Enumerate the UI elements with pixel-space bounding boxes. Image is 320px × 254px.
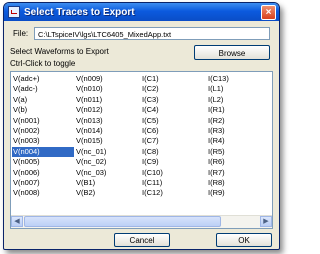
close-button[interactable]: ×: [261, 5, 276, 20]
trace-item[interactable]: V(n011): [75, 95, 137, 105]
horizontal-scrollbar[interactable]: ◀ ▶: [11, 215, 272, 228]
trace-item[interactable]: V(n008): [12, 188, 74, 198]
trace-item[interactable]: I(C6): [141, 126, 203, 136]
trace-item[interactable]: V(nc_03): [75, 168, 137, 178]
trace-item[interactable]: I(R6): [207, 157, 269, 167]
file-path-field[interactable]: C:\LTspiceIV\lgs\LTC6405_MixedApp.txt: [34, 27, 270, 40]
trace-item[interactable]: V(n010): [75, 84, 137, 94]
trace-column-4: I(C13) I(L1) I(L2) I(R1) I(R2) I(R3) I(R4) I(R5…: [207, 74, 269, 199]
title-bar[interactable]: Select Traces to Export ×: [4, 3, 279, 21]
trace-item[interactable]: V(B2): [75, 188, 137, 198]
trace-item[interactable]: I(R4): [207, 136, 269, 146]
dialog-title: Select Traces to Export: [24, 6, 135, 18]
trace-item[interactable]: V(n012): [75, 105, 137, 115]
scrollbar-thumb[interactable]: [24, 216, 221, 227]
trace-item[interactable]: V(n001): [12, 116, 74, 126]
trace-item[interactable]: I(C3): [141, 95, 203, 105]
trace-item[interactable]: V(n006): [12, 168, 74, 178]
scroll-left-icon[interactable]: ◀: [11, 216, 23, 227]
ltspice-app-icon: [8, 6, 20, 18]
ok-button[interactable]: OK: [216, 233, 272, 247]
trace-item[interactable]: V(n009): [75, 74, 137, 84]
cancel-button[interactable]: Cancel: [114, 233, 170, 247]
trace-item[interactable]: V(n003): [12, 136, 74, 146]
trace-item[interactable]: I(C7): [141, 136, 203, 146]
trace-item[interactable]: I(C11): [141, 178, 203, 188]
trace-list[interactable]: V(adc+) V(adc-) V(a) V(b) V(n001) V(n002) V(n0…: [10, 71, 273, 229]
trace-item[interactable]: V(adc+): [12, 74, 74, 84]
trace-item[interactable]: I(C13): [207, 74, 269, 84]
trace-item[interactable]: V(nc_02): [75, 157, 137, 167]
trace-column-1: V(adc+) V(adc-) V(a) V(b) V(n001) V(n002) V(n0…: [12, 74, 74, 199]
trace-item[interactable]: V(n004): [12, 146, 74, 158]
browse-button[interactable]: Browse: [194, 45, 270, 60]
trace-item[interactable]: V(n002): [12, 126, 74, 136]
trace-item[interactable]: I(C10): [141, 168, 203, 178]
trace-column-2: V(n009) V(n010) V(n011) V(n012) V(n013) V(n01…: [75, 74, 137, 199]
trace-item[interactable]: I(C4): [141, 105, 203, 115]
trace-item[interactable]: V(adc-): [12, 84, 74, 94]
trace-item[interactable]: I(R8): [207, 178, 269, 188]
trace-item[interactable]: V(nc_01): [75, 147, 137, 157]
trace-item[interactable]: I(C5): [141, 116, 203, 126]
trace-item[interactable]: I(C8): [141, 147, 203, 157]
file-label: File:: [13, 29, 29, 38]
trace-item[interactable]: I(R2): [207, 116, 269, 126]
trace-item[interactable]: I(R3): [207, 126, 269, 136]
scroll-right-icon[interactable]: ▶: [260, 216, 272, 227]
trace-item[interactable]: V(n013): [75, 116, 137, 126]
trace-item[interactable]: I(R7): [207, 168, 269, 178]
trace-item[interactable]: I(C2): [141, 84, 203, 94]
trace-item[interactable]: V(n005): [12, 157, 74, 167]
trace-column-3: I(C1) I(C2) I(C3) I(C4) I(C5) I(C6) I(C7) I(C8)…: [141, 74, 203, 199]
trace-item[interactable]: I(R1): [207, 105, 269, 115]
trace-item[interactable]: I(C12): [141, 188, 203, 198]
export-dialog: Select Traces to Export × File: C:\LTspi…: [3, 2, 280, 250]
trace-item[interactable]: V(n015): [75, 136, 137, 146]
instruction-select: Select Waveforms to Export: [10, 47, 109, 56]
trace-item[interactable]: V(n014): [75, 126, 137, 136]
trace-item[interactable]: I(C1): [141, 74, 203, 84]
trace-item[interactable]: I(R9): [207, 188, 269, 198]
trace-item[interactable]: I(R5): [207, 147, 269, 157]
trace-item[interactable]: V(n007): [12, 178, 74, 188]
trace-item[interactable]: V(b): [12, 105, 74, 115]
trace-item[interactable]: I(C9): [141, 157, 203, 167]
trace-item[interactable]: V(B1): [75, 178, 137, 188]
trace-item[interactable]: V(a): [12, 95, 74, 105]
trace-item[interactable]: I(L1): [207, 84, 269, 94]
instruction-toggle: Ctrl-Click to toggle: [10, 59, 76, 68]
trace-item[interactable]: I(L2): [207, 95, 269, 105]
